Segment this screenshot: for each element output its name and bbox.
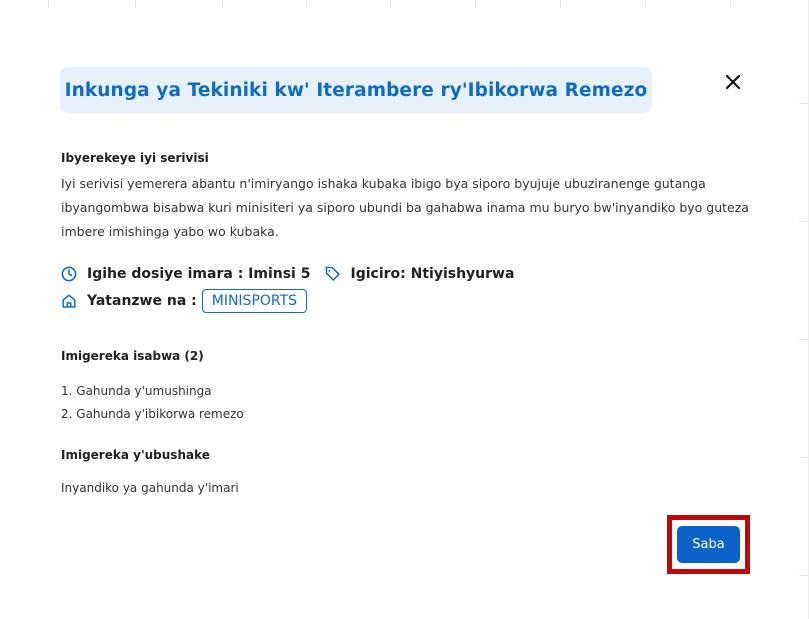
optional-attachments-heading: Imigereka y'ubushake [61, 448, 210, 462]
provider-label: Yatanzwe na : [87, 293, 197, 309]
modal-title-box: Inkunga ya Tekiniki kw' Iterambere ry'Ib… [60, 67, 652, 113]
tag-icon [324, 265, 341, 282]
required-attachments-list: 1. Gahunda y'umushinga 2. Gahunda y'ibik… [61, 380, 244, 426]
close-button[interactable] [722, 71, 744, 93]
list-item: 2. Gahunda y'ibikorwa remezo [61, 407, 244, 421]
required-attachments-heading: Imigereka isabwa (2) [61, 349, 204, 363]
apply-button-highlight: Saba [667, 515, 750, 574]
building-icon [61, 293, 78, 310]
meta-row-duration-price: Igihe dosiye imara : Iminsi 5 Igiciro: N… [61, 265, 514, 282]
service-details-modal: Inkunga ya Tekiniki kw' Iterambere ry'Ib… [0, 0, 809, 619]
price-label: Igiciro: Ntiyishyurwa [350, 265, 515, 282]
optional-attachment-item: Inyandiko ya gahunda y'imari [61, 481, 239, 495]
clock-icon [61, 265, 78, 282]
modal-title: Inkunga ya Tekiniki kw' Iterambere ry'Ib… [64, 79, 648, 101]
provider-badge: MINISPORTS [201, 289, 308, 313]
apply-button[interactable]: Saba [677, 526, 740, 563]
duration-label: Igihe dosiye imara : Iminsi 5 [87, 265, 311, 282]
about-text: Iyi serivisi yemerera abantu n'imiryango… [61, 176, 749, 239]
about-heading: Ibyerekeye iyi serivisi [61, 151, 209, 165]
list-item: 1. Gahunda y'umushinga [61, 384, 212, 398]
close-icon [725, 74, 741, 90]
meta-row-provider: Yatanzwe na : MINISPORTS [61, 289, 308, 313]
